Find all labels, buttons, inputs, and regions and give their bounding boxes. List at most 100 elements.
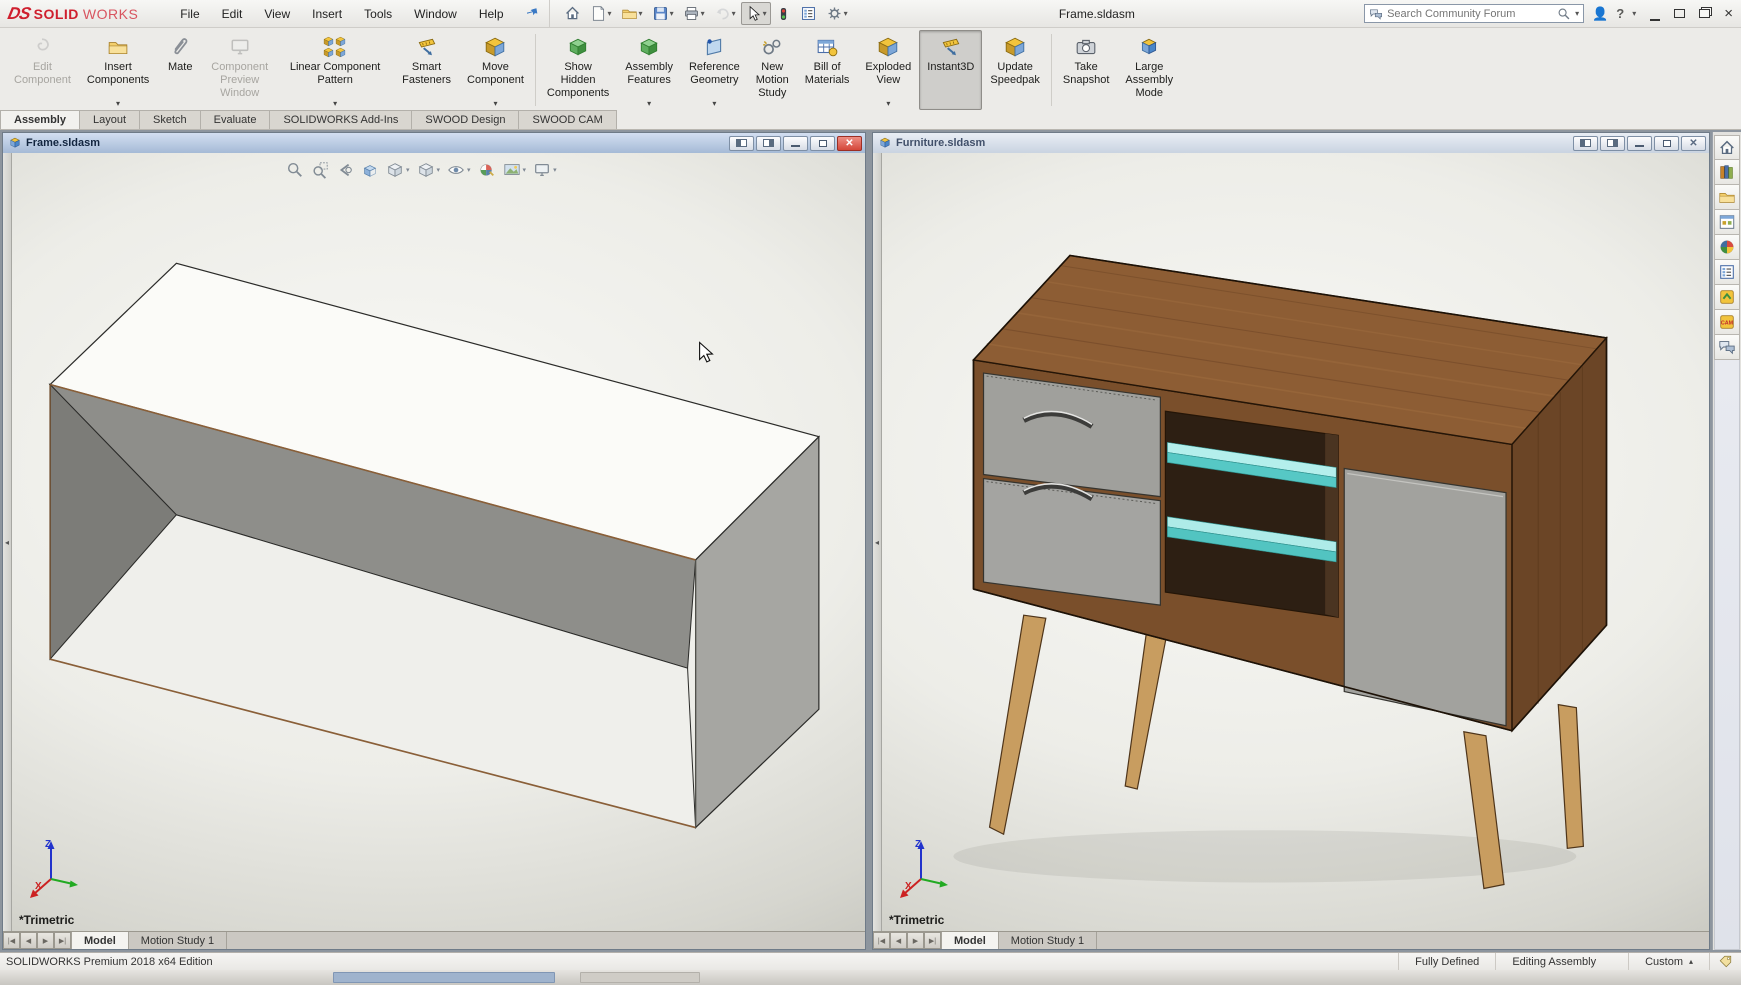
ribbon-update-speedpak[interactable]: Update Speedpak: [982, 30, 1048, 110]
furniture-leg[interactable]: [1558, 705, 1583, 849]
configuration-selector[interactable]: Custom▴: [1628, 953, 1709, 970]
pin-menubar-icon[interactable]: [520, 2, 543, 25]
last-tab-button[interactable]: ▶|: [924, 932, 941, 949]
display-style-button[interactable]: ▾: [417, 161, 441, 179]
rebuild-button[interactable]: [772, 3, 795, 25]
dropdown-caret-icon[interactable]: ▾: [493, 99, 497, 108]
ribbon-move-component[interactable]: Move Component ▾: [459, 30, 532, 110]
ribbon-take-snapshot[interactable]: Take Snapshot: [1055, 30, 1117, 110]
ribbon-bill-of-materials[interactable]: Bill of Materials: [797, 30, 858, 110]
last-tab-button[interactable]: ▶|: [54, 932, 71, 949]
ribbon-mate[interactable]: Mate: [157, 30, 203, 110]
dropdown-caret-icon[interactable]: ▾: [437, 166, 441, 174]
dropdown-caret-icon[interactable]: ▾: [886, 99, 890, 108]
first-tab-button[interactable]: |◀: [3, 932, 20, 949]
menu-insert[interactable]: Insert: [302, 3, 352, 25]
fullscreen-button[interactable]: [1674, 6, 1685, 21]
select-tool-button[interactable]: ▾: [741, 2, 771, 25]
section-view-button[interactable]: [361, 161, 379, 179]
sliding-door[interactable]: [1344, 469, 1506, 726]
menu-file[interactable]: File: [170, 3, 209, 25]
help-icon[interactable]: ?: [1616, 6, 1624, 21]
help-caret-icon[interactable]: ▾: [1632, 9, 1636, 18]
close-button[interactable]: ×: [1724, 5, 1733, 22]
menu-tools[interactable]: Tools: [354, 3, 402, 25]
close-button[interactable]: ✕: [1681, 136, 1706, 151]
zoom-to-area-button[interactable]: [311, 161, 329, 179]
menu-edit[interactable]: Edit: [212, 3, 253, 25]
new-document-button[interactable]: ▾: [586, 2, 616, 25]
tab-evaluate[interactable]: Evaluate: [200, 110, 271, 129]
community-search-input[interactable]: [1387, 8, 1553, 20]
collapsed-feature-manager[interactable]: ◂: [873, 153, 882, 931]
next-tab-button[interactable]: ▶: [37, 932, 54, 949]
ribbon-large-assembly-mode[interactable]: Large Assembly Mode: [1117, 30, 1181, 110]
restore-button[interactable]: [1654, 136, 1679, 151]
close-button[interactable]: ✕: [837, 136, 862, 151]
dropdown-caret-icon[interactable]: ▾: [639, 9, 643, 18]
tab-layout[interactable]: Layout: [79, 110, 140, 129]
dropdown-caret-icon[interactable]: ▾: [523, 166, 527, 174]
tag-button[interactable]: [1709, 953, 1741, 970]
tab-assembly[interactable]: Assembly: [0, 110, 80, 129]
ribbon-show-hidden-components[interactable]: Show Hidden Components: [539, 30, 617, 110]
first-tab-button[interactable]: |◀: [873, 932, 890, 949]
options-button[interactable]: ▾: [822, 2, 852, 25]
dropdown-caret-icon[interactable]: ▾: [333, 99, 337, 108]
view-settings-button[interactable]: ▾: [533, 161, 557, 179]
swood-cam-button[interactable]: [1714, 310, 1740, 335]
dropdown-caret-icon[interactable]: ▾: [553, 166, 557, 174]
open-button[interactable]: ▾: [617, 2, 647, 25]
view-orientation-button[interactable]: ▾: [386, 161, 410, 179]
minimize-button[interactable]: [783, 136, 808, 151]
furniture-window-titlebar[interactable]: Furniture.sldasm ✕: [873, 133, 1709, 153]
zoom-to-fit-button[interactable]: [286, 161, 304, 179]
menu-help[interactable]: Help: [469, 3, 514, 25]
pane-left-button[interactable]: [729, 136, 754, 151]
login-user-icon[interactable]: 👤: [1592, 6, 1608, 22]
tab-solidworks-add-ins[interactable]: SOLIDWORKS Add-Ins: [269, 110, 412, 129]
pane-left-button[interactable]: [1573, 136, 1598, 151]
ribbon-smart-fasteners[interactable]: Smart Fasteners: [394, 30, 459, 110]
dropdown-caret-icon[interactable]: ▾: [763, 9, 767, 18]
ribbon-new-motion-study[interactable]: New Motion Study: [748, 30, 797, 110]
ribbon-linear-component-pattern[interactable]: Linear Component Pattern ▾: [276, 30, 394, 110]
hide-show-items-button[interactable]: ▾: [447, 161, 471, 179]
previous-view-button[interactable]: [336, 161, 354, 179]
edit-appearance-button[interactable]: [478, 161, 496, 179]
file-properties-button[interactable]: [796, 2, 821, 25]
apply-scene-button[interactable]: ▾: [503, 161, 527, 179]
minimize-button[interactable]: [1627, 136, 1652, 151]
dropdown-caret-icon[interactable]: ▾: [608, 9, 612, 18]
dropdown-caret-icon[interactable]: ▾: [116, 99, 120, 108]
ribbon-insert-components[interactable]: Insert Components ▾: [79, 30, 157, 110]
pane-right-button[interactable]: [1600, 136, 1625, 151]
frame-viewport[interactable]: ◂ ▾ ▾ ▾ ▾ ▾ Z X: [3, 153, 865, 931]
config-caret-icon[interactable]: ▴: [1689, 957, 1693, 966]
home-button[interactable]: [560, 2, 585, 25]
tab-swood-design[interactable]: SWOOD Design: [411, 110, 519, 129]
collapsed-feature-manager[interactable]: ◂: [3, 153, 12, 931]
tab-swood-cam[interactable]: SWOOD CAM: [518, 110, 616, 129]
dropdown-caret-icon[interactable]: ▾: [467, 166, 471, 174]
design-library-button[interactable]: [1714, 160, 1740, 185]
prev-tab-button[interactable]: ◀: [890, 932, 907, 949]
ribbon-exploded-view[interactable]: Exploded View ▾: [857, 30, 919, 110]
search-scope-caret-icon[interactable]: ▾: [1575, 5, 1579, 22]
model-tab[interactable]: Model: [71, 932, 129, 949]
next-tab-button[interactable]: ▶: [907, 932, 924, 949]
model-tab[interactable]: Model: [941, 932, 999, 949]
ribbon-instant3d[interactable]: Instant3D: [919, 30, 982, 110]
furniture-leg[interactable]: [1125, 633, 1166, 789]
prev-tab-button[interactable]: ◀: [20, 932, 37, 949]
minimize-button[interactable]: [1650, 6, 1660, 21]
open-bay[interactable]: [1165, 411, 1338, 617]
view-palette-button[interactable]: [1714, 210, 1740, 235]
search-icon[interactable]: [1557, 7, 1571, 21]
ribbon-assembly-features[interactable]: Assembly Features ▾: [617, 30, 681, 110]
frame-window-titlebar[interactable]: Frame.sldasm ✕: [3, 133, 865, 153]
file-explorer-button[interactable]: [1714, 185, 1740, 210]
frame-3d-model[interactable]: [3, 153, 865, 895]
menu-view[interactable]: View: [254, 3, 300, 25]
furniture-3d-model[interactable]: [873, 153, 1709, 897]
